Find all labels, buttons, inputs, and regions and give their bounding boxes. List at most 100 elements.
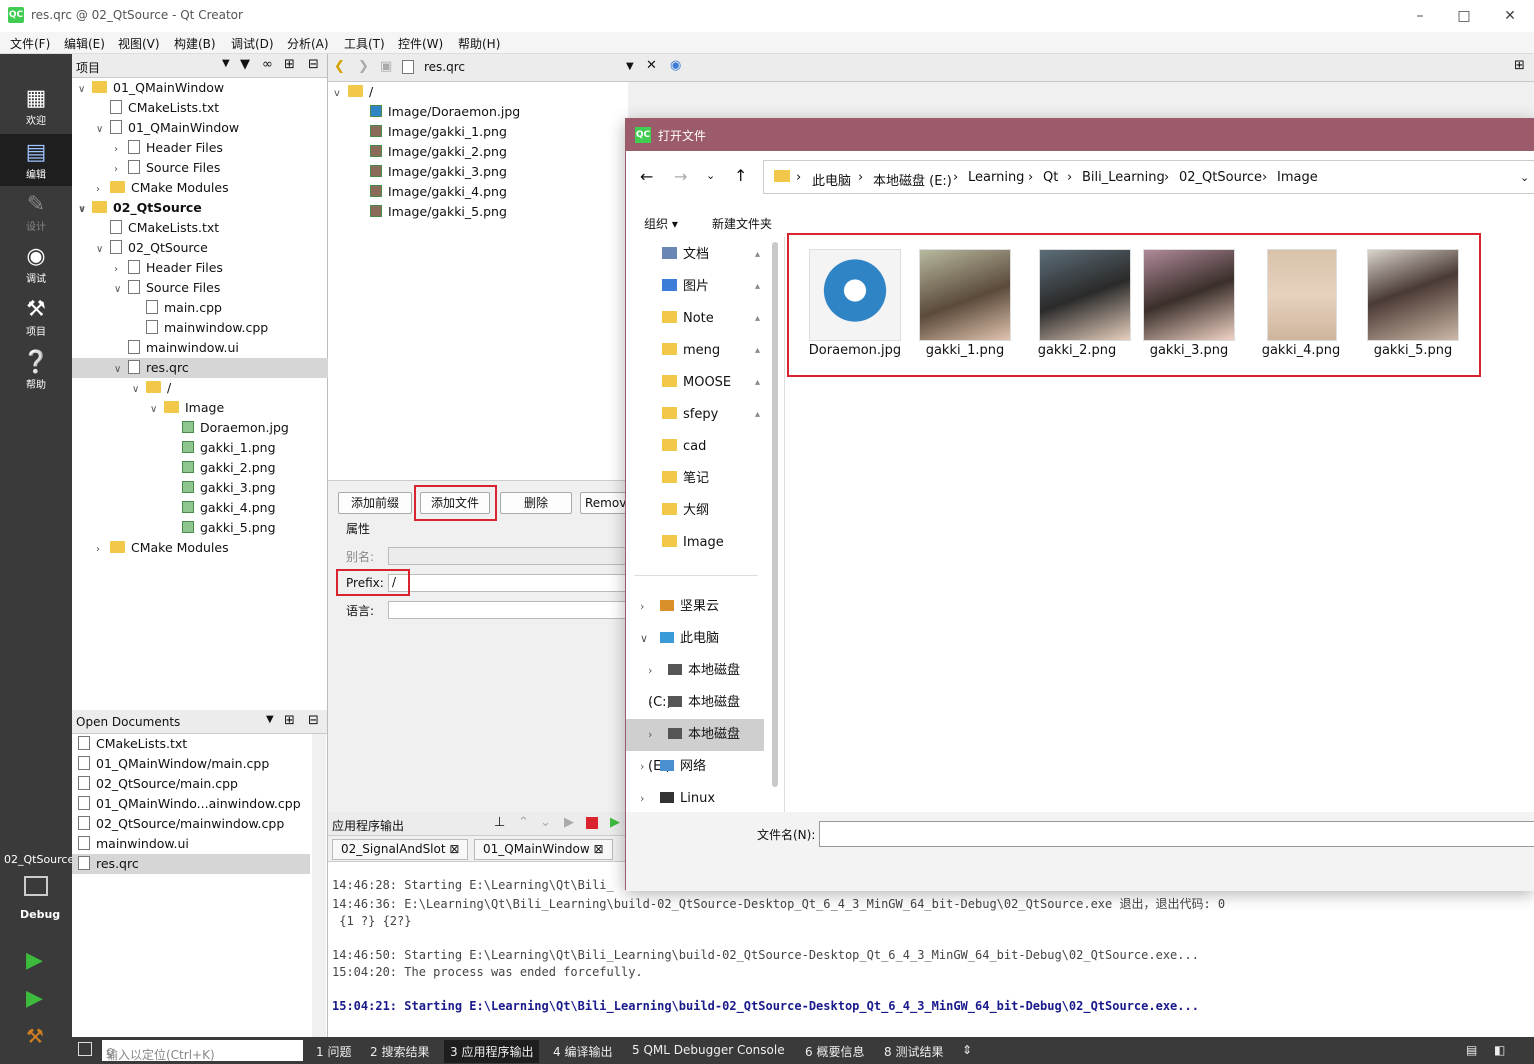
tree-item[interactable]: ∨ 01_QMainWindow (72, 118, 328, 138)
tree-item[interactable]: Doraemon.jpg (72, 418, 328, 438)
open-document-item[interactable]: 02_QtSource/main.cpp (72, 774, 310, 794)
minimize-button[interactable]: – (1410, 6, 1430, 26)
alias-field[interactable] (388, 547, 628, 565)
tree-item[interactable]: mainwindow.ui (72, 338, 328, 358)
close-document-icon[interactable]: ✕ (646, 58, 657, 73)
tree-item[interactable]: › Header Files (72, 258, 328, 278)
kit-monitor-icon[interactable] (24, 876, 48, 896)
chevron-right-icon[interactable]: › (96, 540, 110, 560)
forward-icon[interactable]: → (674, 167, 687, 186)
chevron-down-icon[interactable]: ∨ (114, 280, 128, 300)
forward-arrow-icon[interactable]: ❯ (358, 59, 369, 74)
address-dropdown-icon[interactable]: ⌄ (1520, 171, 1529, 184)
file-thumbnail-gakki-5[interactable] (1367, 249, 1459, 341)
tree-item[interactable]: ∨ / (72, 378, 328, 398)
breadcrumb-image[interactable]: Image (1277, 170, 1318, 185)
quick-access-item[interactable]: Image (626, 527, 764, 559)
tree-item[interactable]: ∨ res.qrc (72, 358, 328, 378)
editor-file-name[interactable]: res.qrc (424, 60, 465, 74)
chevron-down-icon[interactable]: ∨ (78, 200, 92, 220)
close-tab-icon[interactable]: ⊠ (449, 842, 459, 856)
navigation-tree-item[interactable]: › 本地磁盘 (C:) (626, 655, 764, 710)
qrc-resource-tree[interactable]: v / Image/Doraemon.jpg Image/gakki_1.png Im… (328, 82, 628, 480)
remove-button[interactable]: 删除 (500, 492, 572, 514)
open-document-item[interactable]: CMakeLists.txt (72, 734, 310, 754)
file-name[interactable]: gakki_5.png (1357, 343, 1469, 358)
tree-item[interactable]: gakki_5.png (72, 518, 328, 538)
chevron-down-icon[interactable]: ∨ (114, 360, 128, 380)
menu-help[interactable]: 帮助(H) (458, 35, 500, 52)
quick-access-item[interactable]: sfepy ▴ (626, 399, 764, 431)
prefix-field[interactable]: / (388, 574, 628, 592)
status-tab-compile[interactable]: 4 编译输出 (553, 1043, 612, 1060)
navigation-tree-item[interactable]: ›本地磁盘 (E:) (626, 719, 764, 774)
tree-item[interactable]: main.cpp (72, 298, 328, 318)
quick-access-item[interactable]: MOOSE ▴ (626, 367, 764, 399)
tree-item[interactable]: › Header Files (72, 138, 328, 158)
status-tab-app-output[interactable]: 3 应用程序输出 (444, 1040, 540, 1063)
split-editor-icon[interactable]: ⊞ (1514, 58, 1525, 73)
qrc-resource-item[interactable]: Image/gakki_1.png (370, 122, 507, 142)
view-dropdown-icon[interactable]: ▼ (222, 58, 230, 69)
split-icon[interactable]: ⊞ (284, 57, 295, 72)
tree-item[interactable]: ∨ 02_QtSource (72, 198, 328, 218)
file-name[interactable]: gakki_4.png (1245, 343, 1357, 358)
output-tab-signalandslot[interactable]: 02_SignalAndSlot ⊠ (332, 839, 469, 860)
chevron-right-icon[interactable]: › (640, 591, 660, 623)
chevron-right-icon[interactable]: › (114, 160, 128, 180)
breadcrumb-qtsource[interactable]: 02_QtSource (1179, 170, 1262, 185)
menu-build[interactable]: 构建(B) (174, 35, 216, 52)
locator-input[interactable]: ⚲ 输入以定位(Ctrl+K) (102, 1040, 303, 1062)
breadcrumb-this-pc[interactable]: 此电脑 (812, 170, 851, 189)
new-folder-button[interactable]: 新建文件夹 (712, 215, 772, 232)
chevron-right-icon[interactable]: › (648, 687, 668, 719)
output-tab-qmainwindow[interactable]: 01_QMainWindow ⊠ (474, 839, 613, 860)
file-name[interactable]: Doraemon.jpg (799, 343, 911, 358)
dialog-navigation-pane[interactable]: 文档 ▴ 图片 ▴ Note ▴ meng ▴ MOOSE ▴ sfepy ▴ cad 笔记 大纲 Image… (626, 237, 771, 812)
menu-debug[interactable]: 调试(D) (231, 35, 274, 52)
debug-run-icon[interactable]: ▶ (26, 986, 43, 1011)
add-prefix-button[interactable]: 添加前缀 (338, 492, 412, 514)
open-document-item[interactable]: res.qrc (72, 854, 310, 874)
tree-item[interactable]: CMakeLists.txt (72, 218, 328, 238)
file-name[interactable]: gakki_3.png (1133, 343, 1245, 358)
address-bar[interactable]: › 此电脑 › 本地磁盘 (E:) › Learning › Qt › Bili… (763, 160, 1534, 194)
maximize-button[interactable]: □ (1454, 6, 1474, 26)
back-icon[interactable]: ← (640, 167, 653, 186)
file-thumbnail-gakki-1[interactable] (919, 249, 1011, 341)
chevron-right-icon[interactable]: › (648, 719, 668, 751)
mode-edit[interactable]: ▤ 编辑 (0, 134, 72, 186)
output-toggle-icon[interactable]: ◧ (1494, 1043, 1505, 1057)
chevron-right-icon[interactable]: › (640, 751, 660, 783)
build-hammer-icon[interactable]: ⚒ (26, 1024, 44, 1048)
quick-access-item[interactable]: meng ▴ (626, 335, 764, 367)
attach-icon[interactable]: ⊥ (494, 815, 505, 830)
chevron-down-icon[interactable]: ∨ (640, 623, 660, 655)
tree-item[interactable]: ∨ Source Files (72, 278, 328, 298)
open-document-item[interactable]: 01_QMainWindow/main.cpp (72, 754, 310, 774)
file-dropdown-icon[interactable]: ▼ (626, 61, 634, 72)
quick-access-item[interactable]: 笔记 (626, 463, 764, 495)
kit-project-label[interactable]: 02_QtSource (4, 853, 74, 866)
status-tab-search[interactable]: 2 搜索结果 (370, 1043, 429, 1060)
chevron-down-icon[interactable]: ∨ (132, 380, 146, 400)
menu-tools[interactable]: 工具(T) (344, 35, 385, 52)
close-tab-icon[interactable]: ⊠ (594, 842, 604, 856)
language-field[interactable] (388, 601, 628, 619)
mode-help[interactable]: ❔ 帮助 (0, 350, 72, 400)
dropdown-icon[interactable]: ▼ (266, 714, 274, 725)
close-pane-icon[interactable]: ⊟ (308, 57, 319, 72)
tree-item[interactable]: gakki_4.png (72, 498, 328, 518)
tree-item[interactable]: gakki_1.png (72, 438, 328, 458)
chevron-right-icon[interactable]: › (114, 140, 128, 160)
tree-item[interactable]: › Source Files (72, 158, 328, 178)
chevron-down-icon[interactable]: ∨ (78, 80, 92, 100)
chevron-down-icon[interactable]: ∨ (96, 120, 110, 140)
close-pane-icon[interactable]: ⊟ (308, 713, 319, 728)
file-thumbnail-gakki-3[interactable] (1143, 249, 1235, 341)
down-icon[interactable]: ⌄ (540, 815, 551, 830)
navigation-scrollbar[interactable] (772, 242, 778, 787)
quick-access-item[interactable]: Note ▴ (626, 303, 764, 335)
quick-access-item[interactable]: 图片 ▴ (626, 271, 764, 303)
more-tabs-icon[interactable]: ⇕ (962, 1043, 972, 1057)
